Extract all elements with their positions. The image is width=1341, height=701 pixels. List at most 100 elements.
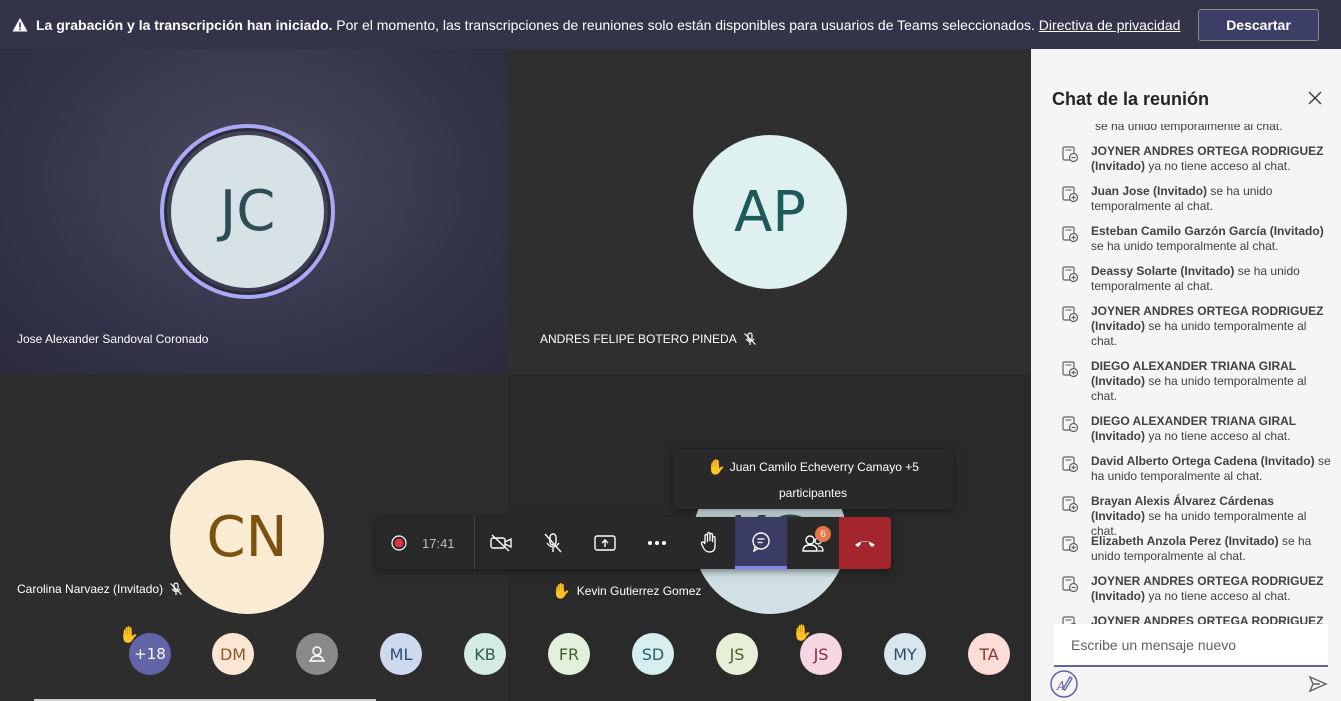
message-text: DIEGO ALEXANDER TRIANA GIRAL (Invitado) … (1091, 359, 1331, 404)
raised-hand-icon: ✋ (119, 627, 139, 644)
privacy-policy-link[interactable]: Directiva de privacidad (1039, 17, 1181, 33)
participant-tile-jc[interactable]: JC Jose Alexander Sandoval Coronado (0, 49, 508, 374)
roster-avatar[interactable]: KB (464, 633, 506, 675)
participants-button[interactable]: 6 (787, 517, 839, 569)
chat-join-icon (1062, 266, 1079, 283)
chat-join-icon (1062, 361, 1079, 378)
message-text: Deassy Solarte (Invitado) se ha unido te… (1091, 264, 1331, 294)
roster-avatar[interactable]: TA (968, 633, 1010, 675)
roster-label: TA (979, 644, 999, 664)
more-actions-button[interactable] (631, 517, 683, 569)
participant-name: Jose Alexander Sandoval Coronado (17, 332, 208, 346)
chat-join-icon (1062, 186, 1079, 203)
raised-hand-icon: ✋ (552, 583, 571, 600)
chat-join-icon (1062, 306, 1079, 323)
roster-avatar[interactable]: JS (716, 633, 758, 675)
roster-avatar[interactable]: SD (632, 633, 674, 675)
chat-system-message: JOYNER ANDRES ORTEGA RODRIGUEZ (Invitado… (1061, 574, 1331, 604)
chat-leave-icon (1062, 416, 1079, 433)
message-action: ya no tiene acceso al chat. (1148, 159, 1291, 173)
message-action: se ha unido temporalmente al chat. (1091, 239, 1279, 253)
chat-icon (752, 531, 770, 553)
compose-input[interactable]: Escribe un mensaje nuevo (1054, 624, 1328, 667)
participant-name-text: ANDRES FELIPE BOTERO PINEDA (540, 332, 737, 346)
chat-system-message: Deassy Solarte (Invitado) se ha unido te… (1061, 264, 1331, 294)
message-text: Juan Jose (Invitado) se ha unido tempora… (1091, 184, 1331, 214)
raised-hand-icon: ✋ (792, 625, 812, 642)
person-icon (309, 646, 325, 662)
recording-icon (391, 535, 407, 551)
raise-hand-icon (700, 531, 716, 553)
raised-hands-tooltip: ✋ Juan Camilo Echeverry Camayo +5 partici… (673, 449, 953, 509)
message-sender: JOYNER ANDRES ORTEGA RODRIGUEZ (1091, 614, 1324, 624)
clipped-message: se ha unido temporalmente al chat. (1095, 124, 1283, 133)
roster-avatar[interactable]: DM (212, 633, 254, 675)
meeting-timer: 17:41 (422, 535, 455, 551)
banner-bold-text: La grabación y la transcripción han inic… (36, 16, 333, 33)
chat-system-message: DIEGO ALEXANDER TRIANA GIRAL (Invitado) … (1061, 414, 1331, 444)
participants-count-badge: 6 (815, 526, 831, 542)
roster-avatar[interactable]: MY (884, 633, 926, 675)
message-action: ya no tiene acceso al chat. (1148, 589, 1291, 603)
chat-button[interactable] (735, 517, 787, 569)
message-text: DIEGO ALEXANDER TRIANA GIRAL (Invitado) … (1091, 414, 1331, 444)
message-text: JOYNER ANDRES ORTEGA RODRIGUEZ (Invitado… (1091, 574, 1331, 604)
share-screen-button[interactable] (579, 517, 631, 569)
roster-avatar[interactable]: FR (548, 633, 590, 675)
tooltip-line2: participantes (778, 486, 848, 500)
raise-hand-button[interactable] (683, 517, 735, 569)
avatar: AP (693, 135, 847, 289)
participant-name-text: Carolina Narvaez (Invitado) (17, 582, 164, 596)
close-icon[interactable] (1306, 89, 1324, 107)
roster-label: KB (474, 644, 496, 664)
chat-system-message: Elizabeth Anzola Perez (Invitado) se ha … (1061, 534, 1331, 564)
avatar-initials: CN (206, 504, 288, 570)
recording-banner: La grabación y la transcripción han inic… (0, 0, 1341, 49)
more-icon (648, 541, 666, 545)
message-text: JOYNER ANDRES ORTEGA RODRIGUEZ (1091, 614, 1323, 624)
roster-label: JS (813, 644, 829, 664)
chat-message-list[interactable]: se ha unido temporalmente al chat. JOYNE… (1031, 124, 1341, 624)
message-text: Esteban Camilo Garzón García (Invitado) … (1091, 224, 1331, 254)
message-text: Elizabeth Anzola Perez (Invitado) se ha … (1091, 534, 1331, 564)
avatar-inner: JC (171, 135, 324, 288)
avatar-initials: AP (733, 179, 807, 245)
avatar: JC (160, 124, 335, 299)
participant-name: ✋ Kevin Gutierrez Gomez (552, 582, 701, 600)
send-icon[interactable] (1308, 674, 1328, 694)
message-sender: Deassy Solarte (Invitado) (1091, 264, 1235, 278)
chat-system-message: JOYNER ANDRES ORTEGA RODRIGUEZ (Invitado… (1061, 304, 1331, 349)
meeting-controls: 17:41 6 (376, 517, 891, 569)
mic-off-button[interactable] (527, 517, 579, 569)
chat-leave-icon (1062, 576, 1079, 593)
chat-join-icon (1062, 496, 1079, 513)
roster-avatar[interactable]: ML (380, 633, 422, 675)
message-action: ya no tiene acceso al chat. (1148, 429, 1291, 443)
avatar-initials: JC (219, 179, 276, 244)
dismiss-button[interactable]: Descartar (1198, 9, 1319, 41)
chat-leave-icon (1062, 146, 1079, 163)
message-text: David Alberto Ortega Cadena (Invitado) s… (1091, 454, 1331, 484)
camera-off-button[interactable] (475, 517, 527, 569)
roster-label: FR (558, 644, 580, 664)
chat-system-message: Brayan Alexis Álvarez Cárdenas (Invitado… (1061, 494, 1331, 539)
participant-name: ANDRES FELIPE BOTERO PINEDA (540, 332, 757, 346)
mic-off-icon (544, 533, 562, 553)
participant-name-text: Kevin Gutierrez Gomez (576, 584, 702, 598)
video-stage: JC Jose Alexander Sandoval Coronado AP A… (0, 49, 1031, 701)
participant-tile-ap[interactable]: AP ANDRES FELIPE BOTERO PINEDA (508, 49, 1031, 374)
roster-label: SD (641, 644, 665, 664)
message-sender: Elizabeth Anzola Perez (Invitado) (1091, 534, 1279, 548)
format-icon[interactable]: A (1049, 669, 1079, 699)
hang-up-icon (855, 541, 875, 547)
participant-name: Carolina Narvaez (Invitado) (17, 582, 183, 596)
tooltip-line1: Juan Camilo Echeverry Camayo +5 (729, 460, 919, 474)
warning-icon (12, 17, 28, 31)
roster-avatar[interactable] (296, 633, 338, 675)
participant-roster: +18 ✋ DM ML KB FR SD JS JS ✋ MY TA (0, 625, 1031, 677)
roster-label: +18 (134, 645, 166, 663)
chat-join-icon (1062, 456, 1079, 473)
leave-call-button[interactable] (839, 517, 891, 569)
mic-off-icon (743, 332, 756, 345)
share-screen-icon (594, 535, 616, 551)
